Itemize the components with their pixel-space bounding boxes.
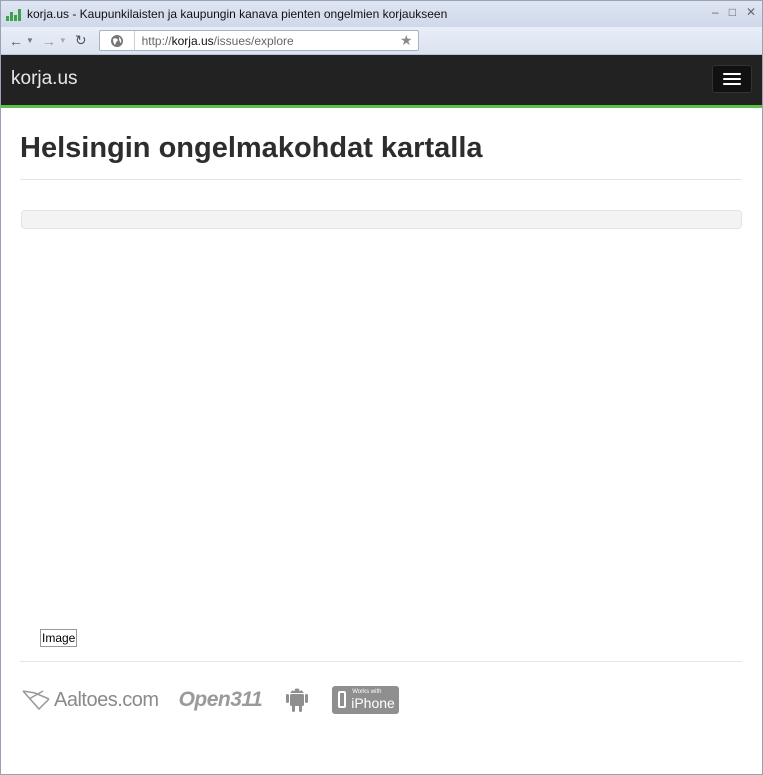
window-controls: – □ ✕ (712, 5, 756, 19)
iphone-icon (338, 691, 347, 708)
iphone-badge[interactable]: Works with iPhone (332, 686, 400, 714)
forward-button[interactable]: → ▼ (42, 33, 67, 49)
chevron-down-icon[interactable]: ▼ (26, 36, 34, 45)
main-content: Helsingin ongelmakohdat kartalla (20, 132, 742, 180)
app-icon (6, 7, 22, 21)
arrow-right-icon: → (41, 32, 56, 49)
brand-link[interactable]: korja.us (11, 68, 78, 90)
back-button[interactable]: ← ▼ (9, 33, 34, 49)
chevron-down-icon[interactable]: ▼ (59, 36, 67, 45)
url-scheme: http:// (141, 33, 172, 48)
image-placeholder: Image (40, 629, 78, 647)
site-navbar: korja.us (1, 55, 762, 108)
maximize-button[interactable]: □ (729, 5, 736, 19)
footer-logos: Aaltoes.com Open311 Works with iPhone (21, 682, 400, 719)
url-host: korja.us (171, 33, 214, 48)
page-title: Helsingin ongelmakohdat kartalla (20, 132, 742, 180)
arrow-left-icon: ← (9, 32, 23, 49)
url-text[interactable]: http://korja.us/issues/explore (142, 34, 294, 48)
open311-logo[interactable]: Open311 (179, 688, 263, 712)
reload-icon: ↻ (74, 32, 87, 48)
aaltoes-mark-icon (22, 690, 50, 711)
globe-icon (100, 31, 135, 50)
browser-toolbar: ← ▼ → ▼ ↻ http://korja.us/issues/explore ★ (1, 27, 762, 55)
map-area[interactable] (21, 230, 742, 630)
hamburger-icon[interactable] (712, 65, 752, 93)
iphone-badge-big-text: iPhone (351, 695, 395, 711)
reload-button[interactable]: ↻ (75, 32, 87, 49)
android-icon[interactable] (281, 682, 313, 719)
title-bar: korja.us - Kaupunkilaisten ja kaupungin … (1, 1, 762, 27)
window-title: korja.us - Kaupunkilaisten ja kaupungin … (27, 7, 448, 21)
star-icon[interactable]: ★ (400, 32, 413, 49)
aaltoes-logo[interactable]: Aaltoes.com (21, 687, 159, 713)
progress-bar (21, 210, 742, 229)
url-path: /issues/explore (213, 33, 294, 48)
footer-divider (20, 661, 742, 662)
minimize-button[interactable]: – (712, 5, 719, 19)
close-button[interactable]: ✕ (746, 5, 756, 19)
address-bar[interactable]: http://korja.us/issues/explore ★ (98, 30, 419, 51)
aaltoes-text: Aaltoes.com (54, 688, 159, 711)
